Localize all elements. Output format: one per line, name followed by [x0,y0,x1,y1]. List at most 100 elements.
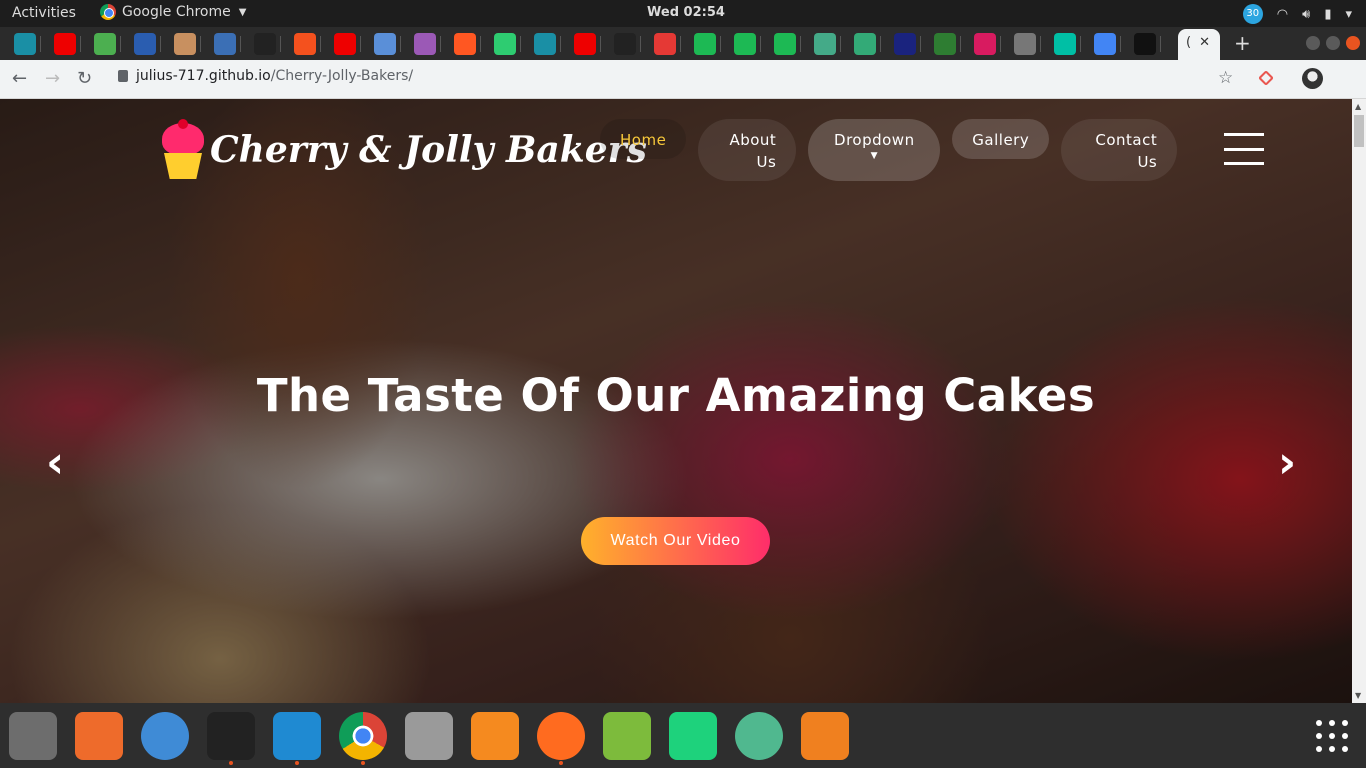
scrollbar-thumb[interactable] [1354,115,1364,147]
pinned-tab-favicon[interactable] [1094,33,1116,55]
logo-text: Cherry & Jolly Bakers [210,129,647,171]
tab-separator [960,36,961,52]
forward-icon[interactable]: → [45,68,60,89]
clock[interactable]: Wed 02:54 [647,5,725,20]
site-logo[interactable]: Cherry & Jolly Bakers [158,119,647,181]
new-tab-button[interactable]: + [1234,31,1251,55]
app-name: Google Chrome [122,4,231,20]
page-scrollbar[interactable]: ▲ ▼ [1352,99,1366,703]
app-menu[interactable]: Google Chrome ▼ [100,4,246,20]
firefox-icon[interactable] [537,712,585,760]
telegram-icon[interactable]: 30 [1242,4,1263,24]
pinned-tab-favicon[interactable] [454,33,476,55]
atom-icon[interactable] [735,712,783,760]
extension-icon[interactable] [1258,70,1274,86]
blender-icon[interactable] [801,712,849,760]
running-indicator [295,761,299,765]
carousel-next-icon[interactable]: › [1278,437,1296,488]
pinned-tab-favicon[interactable] [134,33,156,55]
pinned-tab-favicon[interactable] [494,33,516,55]
tab-separator [680,36,681,52]
pinned-tab-favicon[interactable] [374,33,396,55]
nav-contact[interactable]: Contact Us [1061,119,1178,181]
main-nav: Home About Us Dropdown ▼ Gallery Contact… [600,119,1178,181]
system-top-bar: Activities Google Chrome ▼ Wed 02:54 30 … [0,0,1366,27]
pinned-tab-favicon[interactable] [894,33,916,55]
software-icon[interactable] [75,712,123,760]
chrome-icon [100,4,116,20]
maximize-button[interactable] [1326,36,1340,50]
bookmark-star-icon[interactable]: ☆ [1218,68,1233,88]
help-icon[interactable] [141,712,189,760]
tab-separator [800,36,801,52]
nav-home[interactable]: Home [600,119,687,159]
pinned-tab-favicon[interactable] [294,33,316,55]
android-studio-icon[interactable] [603,712,651,760]
pinned-tab-favicon[interactable] [934,33,956,55]
url-field[interactable]: julius-717.github.io/Cherry-Jolly-Bakers… [118,68,413,84]
pinned-tab-favicon[interactable] [414,33,436,55]
profile-avatar[interactable] [1302,68,1323,89]
carousel-prev-icon[interactable]: ‹ [46,437,64,488]
chrome-icon[interactable] [339,712,387,760]
pinned-tab-favicon[interactable] [854,33,876,55]
battery-icon: ▮ [1324,6,1332,22]
tab-separator [360,36,361,52]
pinned-tab-favicon[interactable] [574,33,596,55]
active-tab-title: ( [1186,35,1192,50]
activities-button[interactable]: Activities [12,5,76,21]
pinned-tab-favicon[interactable] [334,33,356,55]
scroll-up-icon[interactable]: ▲ [1355,102,1361,111]
pinned-tab-favicon[interactable] [1054,33,1076,55]
pinned-tab-favicon[interactable] [254,33,276,55]
pinned-tab-favicon[interactable] [94,33,116,55]
pinned-tab-favicon[interactable] [534,33,556,55]
tab-separator [1160,36,1161,52]
nav-gallery[interactable]: Gallery [952,119,1050,159]
pycharm-icon[interactable] [669,712,717,760]
pinned-tab-favicon[interactable] [814,33,836,55]
watch-video-button[interactable]: Watch Our Video [581,517,770,565]
hamburger-menu-icon[interactable] [1224,133,1264,165]
system-tray[interactable]: 30 ◠ 🔊︎ ▮ ▾ [1242,4,1352,24]
scroll-down-icon[interactable]: ▼ [1355,691,1361,700]
active-tab[interactable]: ( ✕ [1178,29,1220,60]
tab-separator [640,36,641,52]
pinned-tab-favicon[interactable] [654,33,676,55]
minimize-button[interactable] [1306,36,1320,50]
pinned-tab-favicon[interactable] [214,33,236,55]
tab-separator [440,36,441,52]
pinned-tab-favicon[interactable] [1014,33,1036,55]
back-icon[interactable]: ← [12,68,27,89]
settings-icon[interactable] [405,712,453,760]
vscode-icon[interactable] [273,712,321,760]
tab-separator [320,36,321,52]
cupcake-icon [158,119,208,181]
reload-icon[interactable]: ↻ [77,68,92,89]
show-applications-icon[interactable] [1316,720,1350,754]
pinned-tab-favicon[interactable] [54,33,76,55]
pinned-tab-favicon[interactable] [734,33,756,55]
tab-separator [240,36,241,52]
close-window-button[interactable] [1346,36,1360,50]
tab-separator [520,36,521,52]
pinned-tab-favicon[interactable] [694,33,716,55]
nav-dropdown[interactable]: Dropdown ▼ [808,119,941,181]
dock [0,703,1366,768]
caret-down-icon: ▼ [870,151,878,161]
running-indicator [559,761,563,765]
close-tab-icon[interactable]: ✕ [1199,35,1210,54]
terminal-icon[interactable] [207,712,255,760]
pinned-tab-favicon[interactable] [14,33,36,55]
vlc-icon[interactable] [471,712,519,760]
pinned-tab-favicon[interactable] [974,33,996,55]
files-icon[interactable] [9,712,57,760]
pinned-tab-favicon[interactable] [1134,33,1156,55]
pinned-tab-favicon[interactable] [774,33,796,55]
nav-about[interactable]: About Us [698,119,797,181]
pinned-tab-favicon[interactable] [174,33,196,55]
tab-separator [200,36,201,52]
pinned-tab-favicon[interactable] [614,33,636,55]
lock-icon [118,70,128,82]
tab-separator [480,36,481,52]
